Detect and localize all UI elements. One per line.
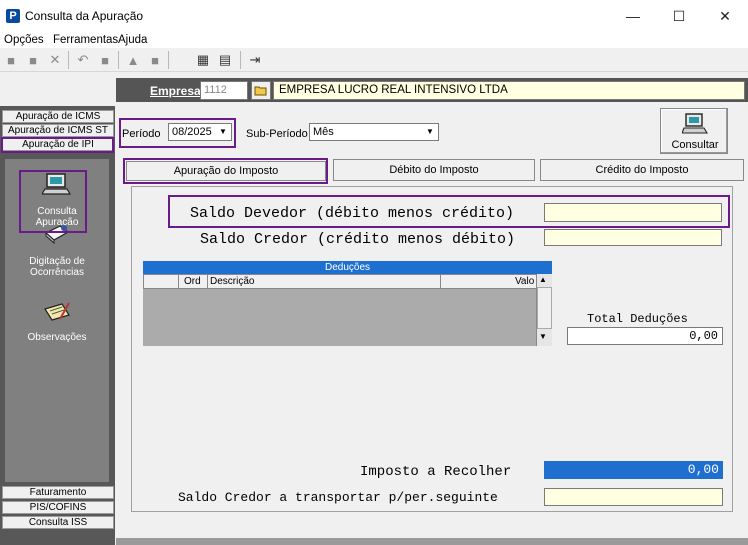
highlight-tab-apuracao	[123, 158, 328, 184]
column-divider	[178, 275, 179, 288]
consultar-label: Consultar	[671, 139, 719, 151]
column-ord[interactable]: Ord	[184, 276, 201, 287]
empresa-label: Empresa	[150, 84, 201, 98]
scroll-up-icon[interactable]: ▲	[539, 275, 547, 284]
column-divider	[440, 275, 441, 288]
saldo-credor-field	[544, 229, 722, 246]
tab-credito-imposto[interactable]: Crédito do Imposto	[540, 159, 744, 181]
highlight-periodo	[119, 118, 236, 148]
highlight-saldo-devedor	[168, 195, 730, 228]
print-icon[interactable]: ▲	[124, 51, 142, 69]
calculator-icon[interactable]: ▦	[194, 51, 212, 69]
app-icon: P	[6, 9, 20, 23]
highlight-ipi-tab	[1, 137, 114, 153]
delete-icon[interactable]: ✕	[46, 51, 64, 69]
imposto-recolher-field: 0,00	[544, 461, 723, 479]
scroll-thumb[interactable]	[537, 287, 552, 329]
chevron-down-icon: ▼	[426, 127, 434, 136]
sidebar-tab-faturamento[interactable]: Faturamento	[2, 486, 114, 499]
report-icon[interactable]: ■	[146, 51, 164, 69]
toolbar-separator	[68, 51, 69, 69]
undo-icon[interactable]: ↶	[74, 51, 92, 69]
close-button[interactable]: ✕	[702, 0, 748, 32]
deducoes-grid-columns: Ord Descrição Valo	[143, 274, 552, 289]
menu-ajuda[interactable]: Ajuda	[118, 32, 147, 48]
deducoes-scrollbar[interactable]: ▲ ▼	[536, 274, 552, 346]
computer-icon	[682, 113, 708, 134]
bottom-scrollbar[interactable]	[116, 538, 748, 545]
minimize-button[interactable]: —	[610, 0, 656, 32]
total-deducoes-field: 0,00	[567, 327, 723, 345]
sidebar-tab-consulta-iss[interactable]: Consulta ISS	[2, 516, 114, 529]
scroll-down-icon[interactable]: ▼	[539, 332, 547, 341]
edit-icon[interactable]: ■	[24, 51, 42, 69]
nav-label: Observações	[27, 332, 87, 343]
deducoes-grid-header: Deduções	[143, 261, 552, 274]
subperiodo-label: Sub-Período	[246, 128, 308, 140]
column-descricao[interactable]: Descrição	[210, 276, 254, 287]
highlight-consulta-apuracao	[19, 170, 87, 233]
deducoes-grid-body[interactable]	[143, 289, 536, 346]
menu-opcoes[interactable]: Opções	[4, 32, 44, 48]
window-title: Consulta da Apuração	[25, 9, 144, 23]
consultar-button[interactable]: Consultar	[660, 108, 728, 154]
sidebar-tab-icms-st[interactable]: Apuração de ICMS ST	[2, 124, 114, 137]
open-folder-button[interactable]	[251, 81, 271, 100]
sidebar-tab-icms[interactable]: Apuração de ICMS	[2, 110, 114, 123]
saldo-transportar-label: Saldo Credor a transportar p/per.seguint…	[178, 490, 498, 505]
column-divider	[207, 275, 208, 288]
notebook-icon	[44, 302, 70, 321]
empresa-code-field[interactable]: 1112	[200, 81, 248, 100]
menu-bar: Opções Ferramentas Ajuda	[0, 32, 748, 48]
total-deducoes-label: Total Deduções	[587, 312, 688, 326]
saldo-transportar-field	[544, 488, 723, 506]
saldo-credor-label: Saldo Credor (crédito menos débito)	[200, 231, 516, 248]
toolbar-separator	[240, 51, 241, 69]
toolbar-separator	[118, 51, 119, 69]
tab-debito-imposto[interactable]: Débito do Imposto	[333, 159, 535, 181]
subperiodo-value: Mês	[313, 126, 334, 138]
sidebar-tab-pis-cofins[interactable]: PIS/COFINS	[2, 501, 114, 514]
folder-icon	[254, 86, 267, 95]
column-valor[interactable]: Valo	[515, 276, 534, 287]
nav-observacoes[interactable]: Observações	[5, 301, 109, 343]
new-icon[interactable]: ■	[2, 51, 20, 69]
menu-ferramentas[interactable]: Ferramentas	[53, 32, 118, 48]
title-bar: P Consulta da Apuração — ☐ ✕	[0, 0, 748, 32]
toolbar-separator	[168, 51, 169, 69]
exit-icon[interactable]: ⇥	[246, 51, 264, 69]
maximize-button[interactable]: ☐	[656, 0, 702, 32]
toolbar: ■ ■ ✕ ↶ ■ ▲ ■ ▦ ▤ ⇥	[0, 48, 748, 72]
subperiodo-select[interactable]: Mês ▼	[309, 123, 439, 141]
nav-label: Digitação de Ocorrências	[29, 256, 85, 278]
empresa-name-field: EMPRESA LUCRO REAL INTENSIVO LTDA	[273, 81, 745, 100]
imposto-recolher-label: Imposto a Recolher	[360, 464, 512, 480]
calendar-icon[interactable]: ▤	[216, 51, 234, 69]
save-icon[interactable]: ■	[96, 51, 114, 69]
